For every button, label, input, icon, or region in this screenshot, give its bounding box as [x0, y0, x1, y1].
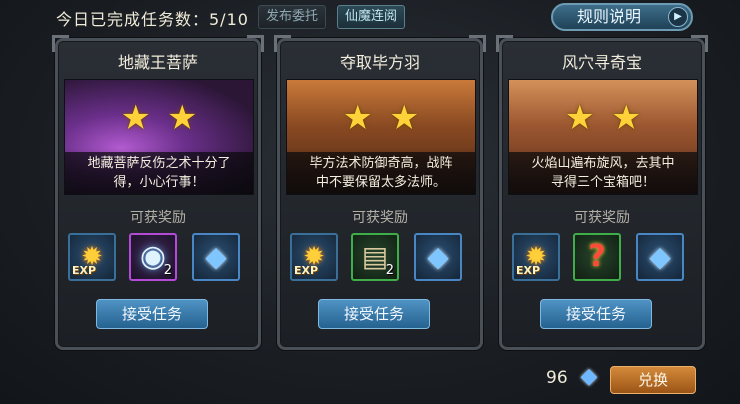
task-title: 夺取毕方羽 — [339, 53, 420, 72]
star-icon: ★ — [167, 98, 198, 138]
reward-list: ✹ EXP ? ◆ — [512, 233, 698, 285]
reward-exp[interactable]: ✹ EXP — [512, 233, 560, 281]
reward-scroll[interactable]: ▤ 2 — [351, 233, 399, 281]
star-icon: ★ — [564, 98, 595, 138]
task-card-2: 夺取毕方羽 ★ ★ 毕方法术防御奇高，战阵 中不要保留太多法师。 可获奖励 ✹ E… — [274, 35, 486, 350]
task-scene-image: ★ ★ 火焰山遍布旋风，去其中 寻得三个宝箱吧！ — [508, 79, 698, 195]
blue-gem-icon: ◆ — [205, 240, 227, 273]
task-title: 风穴寻奇宝 — [561, 53, 642, 72]
reward-count: 2 — [163, 263, 172, 278]
exchange-button[interactable]: 兑换 — [610, 366, 696, 394]
task-description-line-1: 地藏菩萨反伤之术十分了 — [87, 156, 231, 171]
exp-label: EXP — [516, 264, 541, 277]
reward-exp[interactable]: ✹ EXP — [290, 233, 338, 281]
mystery-icon: ? — [588, 239, 606, 274]
task-scene-image: ★ ★ 地藏菩萨反伤之术十分了 得，小心行事！ — [64, 79, 254, 195]
star-icon: ★ — [611, 98, 642, 138]
rules-button-label: 规则说明 — [577, 7, 642, 26]
reward-exp[interactable]: ✹ EXP — [68, 233, 116, 281]
tab-publish-commission[interactable]: 发布委托 — [258, 5, 327, 29]
reward-blue-gem[interactable]: ◆ — [636, 233, 684, 281]
reward-list: ✹ EXP ▤ 2 ◆ — [290, 233, 476, 285]
task-description-line-1: 火焰山遍布旋风，去其中 — [531, 156, 675, 171]
blue-gem-icon: ◆ — [427, 240, 449, 273]
difficulty-stars: ★ ★ — [65, 98, 253, 138]
task-card-1: 地藏王菩萨 ★ ★ 地藏菩萨反伤之术十分了 得，小心行事！ 可获奖励 ✹ EXP … — [52, 35, 264, 350]
reward-spirit-orb[interactable]: ◉ 2 — [129, 233, 177, 281]
currency-amount: 96 — [546, 368, 568, 388]
reward-count: 2 — [385, 263, 394, 278]
task-description: 毕方法术防御奇高，战阵 中不要保留太多法师。 — [287, 152, 475, 194]
task-title: 地藏王菩萨 — [117, 53, 198, 72]
tab-xianmo[interactable]: 仙魔连阅 — [337, 5, 406, 29]
task-description-line-2: 中不要保留太多法师。 — [315, 175, 446, 190]
task-description-line-2: 寻得三个宝箱吧！ — [550, 175, 655, 190]
task-description: 火焰山遍布旋风，去其中 寻得三个宝箱吧！ — [509, 152, 697, 194]
top-bar: 今日已完成任务数：5/10 发布委托 仙魔连阅 规则说明 ▶ — [0, 0, 740, 34]
difficulty-stars: ★ ★ — [287, 98, 475, 138]
accept-task-button[interactable]: 接受任务 — [96, 299, 208, 329]
accept-task-button[interactable]: 接受任务 — [318, 299, 430, 329]
blue-gem-icon: ◆ — [580, 364, 598, 389]
reward-mystery[interactable]: ? — [573, 233, 621, 281]
reward-blue-gem[interactable]: ◆ — [192, 233, 240, 281]
play-arrow-icon: ▶ — [668, 7, 688, 27]
reward-blue-gem[interactable]: ◆ — [414, 233, 462, 281]
reward-label: 可获奖励 — [130, 210, 186, 226]
exp-label: EXP — [72, 264, 97, 277]
bottom-bar: 96 ◆ 兑换 — [0, 360, 740, 404]
reward-label: 可获奖励 — [574, 210, 630, 226]
star-icon: ★ — [342, 98, 373, 138]
exp-label: EXP — [294, 264, 319, 277]
difficulty-stars: ★ ★ — [509, 98, 697, 138]
rules-button[interactable]: 规则说明 ▶ — [551, 3, 693, 31]
daily-task-progress: 今日已完成任务数：5/10 — [56, 10, 249, 29]
reward-label: 可获奖励 — [352, 210, 408, 226]
reward-list: ✹ EXP ◉ 2 ◆ — [68, 233, 254, 285]
task-description-line-2: 得，小心行事！ — [113, 175, 205, 190]
star-icon: ★ — [120, 98, 151, 138]
task-description-line-1: 毕方法术防御奇高，战阵 — [309, 156, 453, 171]
accept-task-button[interactable]: 接受任务 — [540, 299, 652, 329]
blue-gem-icon: ◆ — [649, 240, 671, 273]
star-icon: ★ — [389, 98, 420, 138]
task-description: 地藏菩萨反伤之术十分了 得，小心行事！ — [65, 152, 253, 194]
task-card-3: 风穴寻奇宝 ★ ★ 火焰山遍布旋风，去其中 寻得三个宝箱吧！ 可获奖励 ✹ EXP… — [496, 35, 708, 350]
task-scene-image: ★ ★ 毕方法术防御奇高，战阵 中不要保留太多法师。 — [286, 79, 476, 195]
